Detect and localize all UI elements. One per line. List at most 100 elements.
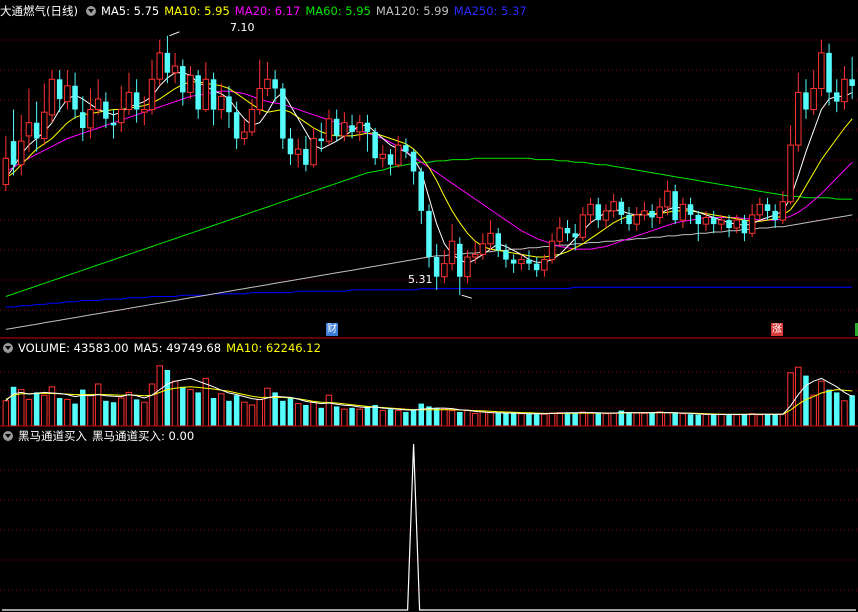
candle-body-down — [526, 259, 532, 264]
volume-collapse-icon[interactable] — [3, 343, 13, 353]
volume-bar-down — [595, 413, 601, 426]
ma5-readout: MA5: 5.75 — [100, 4, 160, 18]
badge-zhang[interactable]: 涨 — [771, 323, 783, 336]
volume-bar-down — [133, 399, 140, 426]
volume-bar-up — [187, 389, 194, 427]
candle-body-up — [779, 201, 787, 221]
candle-body-up — [156, 52, 163, 80]
candle-body-down — [457, 243, 463, 277]
volume-bar-down — [226, 400, 232, 426]
volume-bar-down — [741, 414, 748, 426]
stock-chart-svg[interactable]: 7.10 5.31 — [0, 0, 858, 612]
candle-body-down — [710, 217, 717, 225]
volume-header: VOLUME: 43583.00 MA5: 49749.68 MA10: 62246… — [0, 340, 326, 356]
candle-body-up — [541, 259, 548, 271]
volume-bar-up — [810, 394, 817, 427]
candle-body-up — [264, 78, 271, 90]
volume-bar-up — [464, 410, 471, 427]
volume-bar-up — [641, 412, 648, 427]
volume-bar-up — [787, 372, 794, 427]
candle-body-up — [148, 78, 156, 111]
volume-bar-up — [356, 408, 363, 427]
candle-body-down — [10, 141, 17, 165]
volume-bar-up — [248, 404, 256, 427]
volume-bar-up — [256, 398, 263, 427]
volume-bar-up — [756, 414, 764, 427]
volume-bar-up — [448, 410, 456, 427]
volume-bar-down — [72, 403, 78, 426]
candle-body-down — [272, 79, 278, 89]
volume-bars — [2, 365, 855, 427]
volume-bar-down — [457, 412, 463, 426]
low-marker-arrow — [461, 294, 472, 299]
volume-bar-down — [233, 395, 240, 426]
volume-ma10-readout: MA10: 62246.12 — [226, 341, 321, 355]
volume-bar-up — [141, 401, 148, 427]
candle-body-down — [772, 210, 778, 221]
volume-bar-down — [710, 414, 717, 426]
candle-body-up — [664, 190, 671, 208]
volume-bar-down — [849, 395, 855, 426]
candle-body-up — [18, 140, 25, 166]
volume-bar-up — [818, 380, 825, 427]
volume-readout: VOLUME: 43583.00 — [18, 341, 129, 355]
candle-body-down — [572, 233, 578, 238]
candle-body-up — [464, 256, 471, 278]
volume-bar-down — [572, 412, 578, 426]
volume-bar-up — [541, 413, 548, 427]
candle-body-down — [626, 214, 632, 225]
candle-body-up — [187, 74, 194, 93]
candle-body-down — [72, 85, 78, 110]
candle-body-up — [325, 118, 333, 142]
indicator-collapse-icon[interactable] — [3, 431, 13, 441]
volume-bar-down — [333, 406, 340, 426]
candle-body-down — [387, 154, 394, 165]
candle-body-down — [726, 220, 732, 228]
candle-body-down — [80, 112, 86, 128]
ma10-readout: MA10: 5.95 — [164, 4, 230, 18]
candle-body-up — [395, 144, 402, 166]
candle-body-up — [487, 232, 494, 245]
volume-ma10-line — [5, 386, 853, 415]
volume-bar-down — [834, 392, 840, 426]
candle-body-up — [2, 157, 10, 186]
badge-cai[interactable]: 财 — [326, 323, 338, 336]
volume-bar-up — [633, 412, 640, 427]
volume-bar-up — [25, 398, 33, 427]
volume-bar-down — [433, 407, 440, 426]
high-marker-arrow — [169, 31, 180, 37]
candle-body-down — [287, 138, 294, 155]
candle-body-up — [256, 88, 263, 111]
candle-body-down — [103, 101, 109, 119]
candle-body-up — [171, 65, 179, 74]
volume-bar-up — [202, 377, 210, 427]
candle-body-down — [110, 122, 117, 126]
volume-bar-up — [548, 412, 556, 427]
volume-bar-up — [733, 414, 740, 427]
candle-body-down — [233, 112, 240, 139]
candle-body-down — [834, 92, 840, 102]
volume-bar-down — [626, 412, 632, 426]
ma250-readout: MA250: 5.37 — [453, 4, 527, 18]
candle-body-up — [633, 214, 640, 225]
volume-bar-down — [564, 413, 571, 426]
candle-body-up — [41, 111, 48, 139]
candle-body-down — [333, 118, 340, 136]
candle-body-down — [180, 66, 186, 93]
collapse-toggle-icon[interactable] — [85, 6, 96, 16]
candle-body-up — [602, 210, 610, 221]
volume-bar-down — [287, 398, 294, 426]
candle-body-up — [25, 122, 33, 137]
ma60-readout: MA60: 5.95 — [305, 4, 371, 18]
candle-body-down — [595, 204, 601, 221]
volume-bar-down — [164, 370, 171, 426]
ma120-readout: MA120: 5.99 — [375, 4, 449, 18]
candle-body-down — [649, 210, 655, 218]
candle-body-up — [748, 214, 756, 234]
volume-bar-down — [303, 405, 309, 426]
moving-average-lines — [5, 72, 853, 330]
candle-body-down — [318, 138, 324, 142]
volume-bar-down — [364, 406, 371, 426]
candle-body-down — [741, 220, 748, 234]
candle-body-down — [210, 79, 217, 110]
